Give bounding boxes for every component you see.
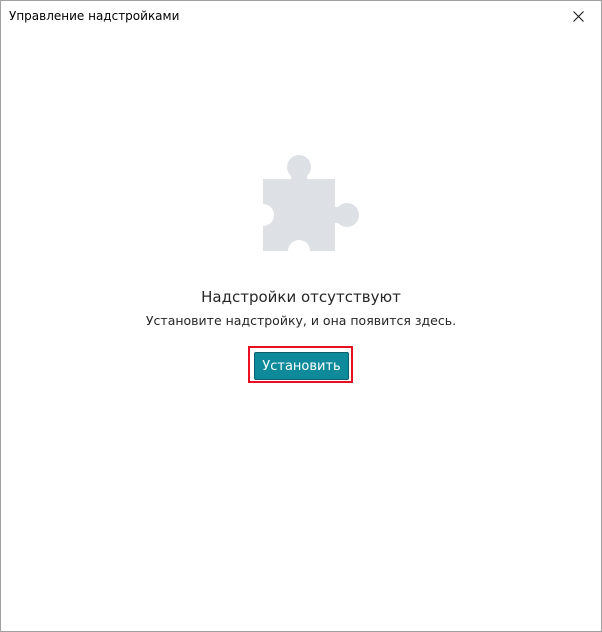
addins-dialog: Управление надстройками Надстройки отсут… <box>0 0 602 632</box>
close-icon <box>572 10 584 22</box>
install-button[interactable]: Установить <box>254 352 349 380</box>
empty-state-description: Установите надстройку, и она появится зд… <box>145 313 457 328</box>
puzzle-piece-icon <box>263 155 359 251</box>
title-bar: Управление надстройками <box>1 1 601 33</box>
dialog-title: Управление надстройками <box>9 9 180 23</box>
empty-state-heading: Надстройки отсутствуют <box>201 288 401 306</box>
close-button[interactable] <box>559 3 597 29</box>
